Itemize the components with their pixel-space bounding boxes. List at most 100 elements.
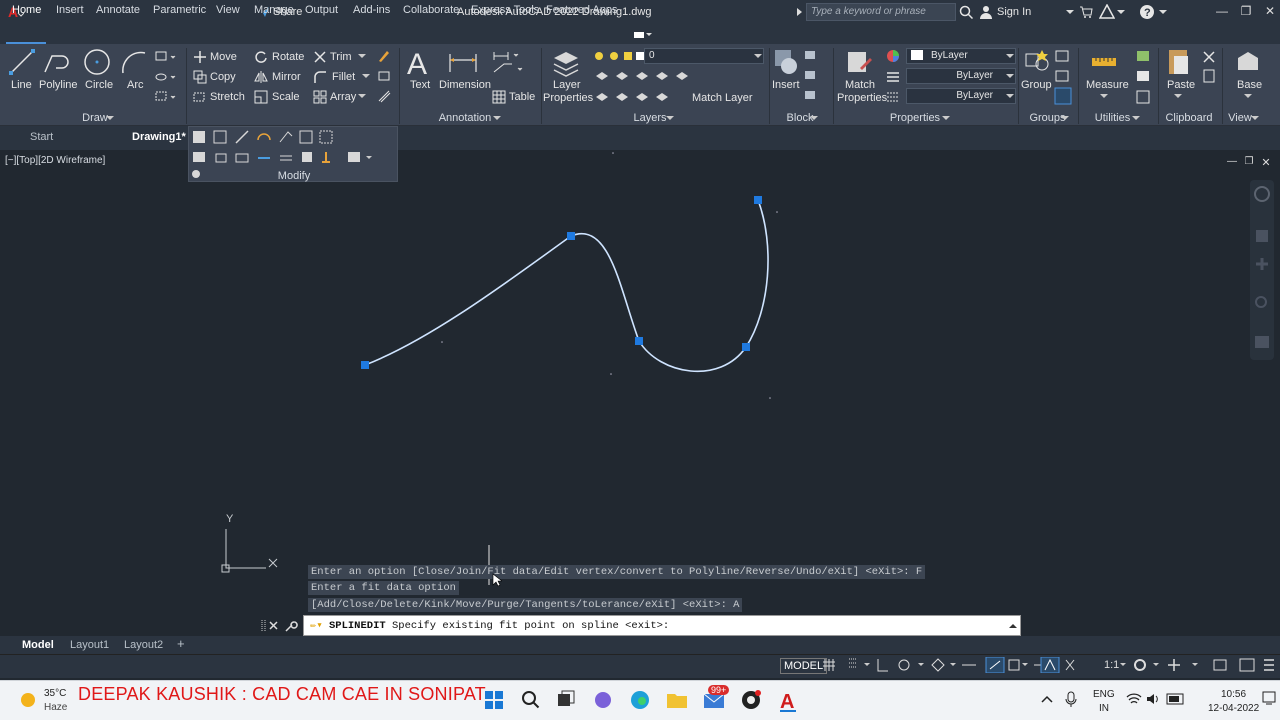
fullscreen-icon[interactable] xyxy=(1239,658,1255,672)
file-explorer-icon[interactable] xyxy=(665,688,689,712)
chevron-down-icon[interactable] xyxy=(1153,663,1159,666)
spline-curve[interactable] xyxy=(364,199,769,373)
tab-express-tools[interactable]: Express Tools xyxy=(471,4,539,16)
layout2-tab[interactable]: Layout2 xyxy=(124,639,163,651)
tab-manage[interactable]: Manage xyxy=(254,4,294,16)
group-small-tools[interactable] xyxy=(1053,48,1073,106)
customization-menu-icon[interactable] xyxy=(1264,659,1274,671)
fit-point-grip[interactable] xyxy=(361,361,369,369)
scale-button[interactable]: Scale xyxy=(272,91,300,103)
chevron-down-icon[interactable] xyxy=(493,116,501,122)
obs-studio-icon[interactable] xyxy=(739,688,763,712)
chevron-down-icon[interactable] xyxy=(1100,94,1108,100)
tab-featured-apps[interactable]: Featured Apps xyxy=(546,4,618,16)
model-tab[interactable]: Model xyxy=(22,639,54,651)
table-button[interactable]: Table xyxy=(509,91,535,103)
insert-button[interactable]: Insert xyxy=(772,79,800,91)
close-icon[interactable]: ✕ xyxy=(1262,4,1278,20)
taskbar-search-icon[interactable] xyxy=(519,688,543,712)
stretch-button[interactable]: Stretch xyxy=(210,91,245,103)
chevron-down-icon[interactable] xyxy=(810,116,818,122)
match-label-1[interactable]: Match xyxy=(845,79,875,91)
chevron-down-icon[interactable] xyxy=(362,74,370,80)
chevron-down-icon[interactable] xyxy=(1244,94,1252,100)
chevron-down-icon[interactable] xyxy=(1192,663,1198,666)
draw-extra-tools[interactable] xyxy=(154,50,180,104)
offset-icon[interactable] xyxy=(377,89,391,103)
mirror-button[interactable]: Mirror xyxy=(272,71,301,83)
match-properties-button[interactable]: Properties xyxy=(837,92,887,104)
navigation-bar-icons[interactable] xyxy=(1252,184,1272,354)
chevron-down-icon[interactable] xyxy=(1066,8,1074,16)
search-icon[interactable] xyxy=(959,5,973,19)
move-button[interactable]: Move xyxy=(210,51,237,63)
layer-label-1[interactable]: Layer xyxy=(553,79,581,91)
ribbon-toggle-icon[interactable] xyxy=(634,30,652,40)
tab-output[interactable]: Output xyxy=(305,4,338,16)
block-panel-title[interactable]: Block xyxy=(770,112,830,126)
chevron-down-icon[interactable] xyxy=(1251,116,1259,122)
sign-in-button[interactable]: Sign In xyxy=(997,6,1031,18)
tab-home[interactable]: Home xyxy=(12,4,41,16)
fit-point-grip[interactable] xyxy=(567,232,575,240)
copy-button[interactable]: Copy xyxy=(210,71,236,83)
properties-panel-title[interactable]: Properties xyxy=(880,112,950,126)
circle-icon[interactable] xyxy=(82,47,112,77)
taskbar-date[interactable]: 12-04-2022 xyxy=(1208,703,1259,714)
command-history-toggle-icon[interactable] xyxy=(1009,622,1017,630)
array-button[interactable]: Array xyxy=(330,91,356,103)
chevron-down-icon[interactable] xyxy=(358,54,366,60)
fit-point-grip[interactable] xyxy=(754,196,762,204)
autodesk-a360-icon[interactable] xyxy=(1099,4,1115,20)
chevron-down-icon[interactable] xyxy=(1006,54,1014,60)
clipboard-panel-title[interactable]: Clipboard xyxy=(1160,112,1218,126)
restore-icon[interactable]: ❐ xyxy=(1238,4,1254,20)
teams-chat-icon[interactable] xyxy=(591,688,615,712)
group-button[interactable]: Group xyxy=(1021,79,1052,91)
dimension-button[interactable]: Dimension xyxy=(439,79,491,91)
microphone-icon[interactable] xyxy=(1064,691,1078,707)
fit-point-grip[interactable] xyxy=(742,343,750,351)
chevron-down-icon[interactable] xyxy=(918,663,924,666)
pin-panel-icon[interactable] xyxy=(190,168,202,180)
draw-panel-title[interactable]: Draw xyxy=(60,112,130,126)
chevron-down-icon[interactable] xyxy=(1117,8,1125,16)
lineweight-dropdown[interactable]: ByLayer xyxy=(906,68,1016,84)
tab-annotate[interactable]: Annotate xyxy=(96,4,140,16)
paste-button[interactable]: Paste xyxy=(1167,79,1195,91)
notification-icon[interactable] xyxy=(1262,690,1276,706)
tab-parametric[interactable]: Parametric xyxy=(153,4,206,16)
utility-small-tools[interactable] xyxy=(1134,48,1152,106)
volume-icon[interactable] xyxy=(1146,692,1162,706)
snap-icon[interactable] xyxy=(849,658,857,668)
add-icon[interactable] xyxy=(1168,659,1180,671)
region-indicator[interactable]: IN xyxy=(1099,703,1109,714)
arc-button[interactable]: Arc xyxy=(127,79,144,91)
close-command-icon[interactable] xyxy=(269,621,278,630)
add-layout-icon[interactable]: + xyxy=(177,636,185,651)
color-dropdown[interactable]: ByLayer xyxy=(906,48,1016,64)
drag-handle-icon[interactable] xyxy=(261,620,266,632)
explode-icon[interactable] xyxy=(377,69,391,83)
modify-panel-title[interactable]: Modify xyxy=(270,170,318,182)
isodraft-icon[interactable] xyxy=(931,658,945,672)
edge-browser-icon[interactable] xyxy=(628,688,652,712)
gear-icon[interactable] xyxy=(1134,659,1146,671)
weather-sun-icon[interactable] xyxy=(18,690,38,710)
layer-tools-row[interactable] xyxy=(594,69,690,83)
annotation-small-tools[interactable] xyxy=(492,48,528,82)
rotate-button[interactable]: Rotate xyxy=(272,51,304,63)
isolate-objects-icon[interactable] xyxy=(1213,659,1227,671)
selection-cycling-icon[interactable] xyxy=(1008,659,1020,671)
text-button[interactable]: Text xyxy=(410,79,430,91)
layer-tools-row[interactable] xyxy=(594,90,674,104)
chevron-down-icon[interactable] xyxy=(358,94,366,100)
chevron-down-icon[interactable] xyxy=(1174,94,1182,100)
tab-add-ins[interactable]: Add-ins xyxy=(353,4,390,16)
erase-icon[interactable] xyxy=(377,49,391,63)
autocad-taskbar-icon[interactable]: A xyxy=(776,688,800,712)
linetype-dropdown[interactable]: ByLayer xyxy=(906,88,1016,104)
weather-temperature[interactable]: 35°C xyxy=(44,688,66,699)
layer-properties-button[interactable]: Properties xyxy=(543,92,593,104)
chevron-right-icon[interactable] xyxy=(796,7,804,17)
